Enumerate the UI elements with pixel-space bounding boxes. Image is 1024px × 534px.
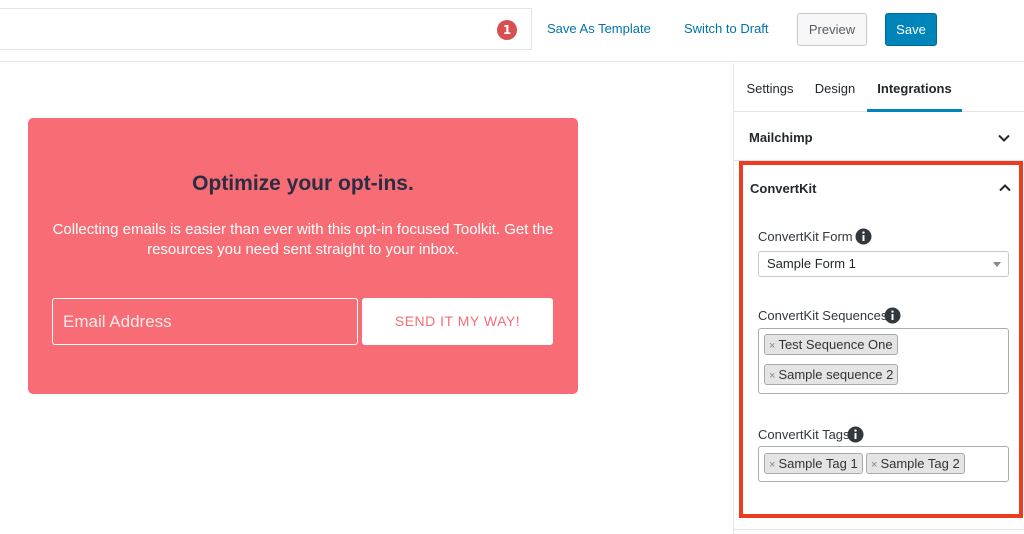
convertkit-sequences-multiselect[interactable]: × Test Sequence One × Sample sequence 2: [758, 328, 1009, 394]
title-field[interactable]: [0, 8, 532, 50]
save-button[interactable]: Save: [885, 13, 937, 46]
remove-chip-icon[interactable]: ×: [769, 340, 775, 352]
optin-card[interactable]: Optimize your opt-ins. Collecting emails…: [28, 118, 578, 394]
mailchimp-panel-title: Mailchimp: [749, 130, 813, 145]
remove-chip-icon[interactable]: ×: [769, 370, 775, 382]
remove-chip-icon[interactable]: ×: [769, 459, 775, 471]
top-toolbar: 1 Save As Template Switch to Draft Previ…: [0, 0, 1024, 62]
sequence-chip: × Test Sequence One: [764, 334, 898, 355]
info-icon[interactable]: [855, 228, 872, 245]
tab-design[interactable]: Design: [810, 63, 860, 112]
preview-button[interactable]: Preview: [797, 13, 867, 46]
convertkit-panel-header[interactable]: ConvertKit: [743, 165, 1019, 213]
convertkit-panel: ConvertKit ConvertKit Form Sample Form 1…: [739, 161, 1023, 518]
sidebar-tabs: Settings Design Integrations: [734, 63, 1024, 112]
convertkit-panel-title: ConvertKit: [750, 181, 817, 196]
tag-chip: × Sample Tag 1: [764, 453, 863, 474]
convertkit-form-select[interactable]: Sample Form 1: [758, 251, 1009, 277]
chevron-down-icon[interactable]: [997, 131, 1011, 145]
settings-sidebar: Settings Design Integrations Mailchimp C…: [733, 63, 1024, 534]
remove-chip-icon[interactable]: ×: [871, 459, 877, 471]
chevron-up-icon[interactable]: [998, 181, 1012, 195]
mailchimp-panel-header[interactable]: Mailchimp: [734, 113, 1024, 161]
info-icon[interactable]: [847, 426, 864, 443]
save-as-template-link[interactable]: Save As Template: [547, 21, 651, 36]
switch-to-draft-link[interactable]: Switch to Draft: [684, 21, 769, 36]
info-icon[interactable]: [884, 307, 901, 324]
convertkit-tags-label: ConvertKit Tags: [758, 427, 850, 442]
send-it-my-way-button[interactable]: SEND IT MY WAY!: [362, 298, 553, 345]
dropdown-arrow-icon: [993, 262, 1001, 267]
optin-title[interactable]: Optimize your opt-ins.: [28, 172, 578, 196]
convertkit-form-value: Sample Form 1: [767, 256, 856, 271]
tag-chip: × Sample Tag 2: [866, 453, 965, 474]
tab-integrations[interactable]: Integrations: [867, 63, 962, 112]
editor-canvas: Optimize your opt-ins. Collecting emails…: [0, 63, 733, 534]
optin-description[interactable]: Collecting emails is easier than ever wi…: [46, 220, 560, 260]
convertkit-sequences-label: ConvertKit Sequences: [758, 308, 888, 323]
editor-root: 1 Save As Template Switch to Draft Previ…: [0, 0, 1024, 534]
convertkit-tags-multiselect[interactable]: × Sample Tag 1 × Sample Tag 2: [758, 446, 1009, 482]
email-address-input[interactable]: [52, 298, 358, 345]
tab-settings[interactable]: Settings: [742, 63, 798, 112]
sequence-chip: × Sample sequence 2: [764, 364, 899, 385]
convertkit-form-label: ConvertKit Form: [758, 229, 853, 244]
notification-badge[interactable]: 1: [497, 20, 517, 40]
sidebar-divider: [734, 529, 1024, 530]
